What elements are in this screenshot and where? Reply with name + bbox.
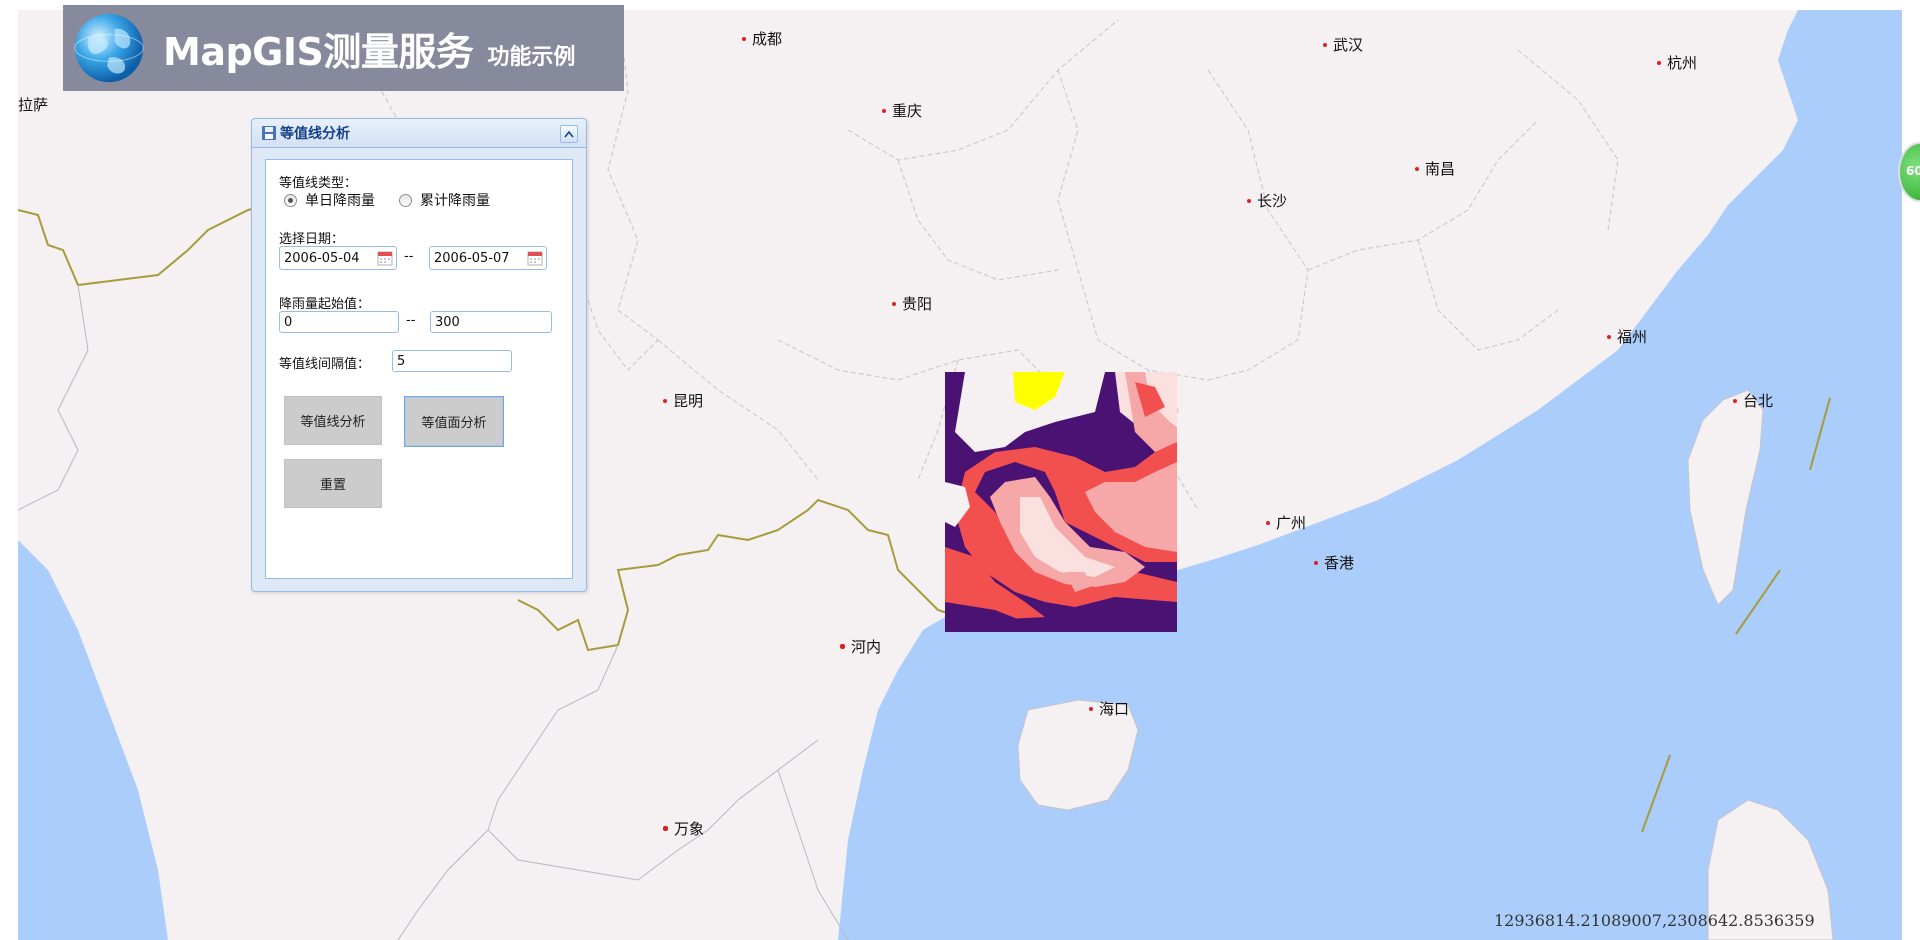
city-marker [1089,706,1093,711]
city-marker [1415,166,1419,171]
chevron-up-icon [564,130,574,138]
date-start-field[interactable]: 2006-05-04 [279,246,397,270]
type-label: 等值线类型： [279,176,358,191]
city-marker [663,398,667,403]
panel-body: 等值线类型： 单日降雨量 累计降雨量 选择日期： 2006-05-04 -- 2… [265,159,573,579]
city-marker [663,826,668,831]
city-chengdu[interactable]: 成都 [742,28,782,49]
globe-logo-icon [74,13,144,83]
rain-range-label: 降雨量起始值： [279,297,371,312]
radio-daily-label: 单日降雨量 [305,193,375,209]
city-haikou[interactable]: 海口 [1089,698,1129,719]
city-vientiane[interactable]: 万象 [663,818,704,839]
city-nanchang[interactable]: 南昌 [1415,158,1455,179]
city-hanoi[interactable]: 河内 [840,636,881,657]
city-fuzhou[interactable]: 福州 [1607,326,1647,347]
rain-min-input[interactable] [279,311,399,333]
collapse-button[interactable] [560,125,578,143]
city-chongqing[interactable]: 重庆 [882,100,922,121]
city-hongkong[interactable]: 香港 [1314,552,1354,573]
contour-line-button[interactable]: 等值线分析 [284,396,382,445]
city-marker [1266,520,1270,525]
rain-separator: -- [406,313,416,328]
panel-title: 等值线分析 [280,126,350,142]
city-kunming[interactable]: 昆明 [663,390,703,411]
app-banner: MapGIS测量服务 功能示例 [63,5,624,91]
city-marker [742,36,746,41]
city-taipei[interactable]: 台北 [1733,390,1773,411]
date-end-value: 2006-05-07 [434,251,510,266]
floppy-disk-icon [262,126,276,140]
radio-circle-checked [284,193,297,207]
calendar-icon[interactable] [377,250,393,266]
city-marker [882,108,886,113]
city-marker [1323,42,1327,47]
radio-cumulative[interactable]: 累计降雨量 [399,190,490,210]
city-marker [1733,398,1737,403]
city-changsha[interactable]: 长沙 [1247,190,1287,211]
radio-cumulative-label: 累计降雨量 [420,193,490,209]
contour-surface [945,372,1177,632]
city-guiyang[interactable]: 贵阳 [892,293,932,314]
date-separator: -- [404,249,414,264]
date-start-value: 2006-05-04 [284,251,360,266]
date-end-field[interactable]: 2006-05-07 [429,246,547,270]
contour-panel: 等值线分析 等值线类型： 单日降雨量 累计降雨量 选择日期： 2006-05-0… [251,118,587,592]
city-marker [1607,334,1611,339]
city-lhasa[interactable]: 拉萨 [18,94,48,115]
interval-label: 等值线间隔值： [279,357,371,372]
rain-max-input[interactable] [430,311,552,333]
app-title: MapGIS测量服务 [163,29,474,74]
west-sea [18,540,168,940]
coordinate-readout: 12936814.21089007,2308642.8536359 [1494,911,1815,930]
panel-header[interactable]: 等值线分析 [252,119,586,148]
date-label: 选择日期： [279,232,345,247]
app-subtitle: 功能示例 [487,45,576,70]
radio-daily[interactable]: 单日降雨量 [284,190,375,210]
radio-circle [399,193,412,207]
city-marker [892,301,896,306]
reset-button[interactable]: 重置 [284,459,382,508]
interval-input[interactable] [392,350,512,372]
city-marker [840,644,845,649]
contour-area-button[interactable]: 等值面分析 [404,396,504,447]
city-guangzhou[interactable]: 广州 [1266,512,1306,533]
city-marker [1314,560,1318,565]
city-marker [1657,60,1661,65]
badge-value: 60 [1906,164,1920,178]
city-hangzhou[interactable]: 杭州 [1657,52,1697,73]
city-marker [1247,198,1251,203]
city-wuhan[interactable]: 武汉 [1323,34,1363,55]
calendar-icon[interactable] [527,250,543,266]
